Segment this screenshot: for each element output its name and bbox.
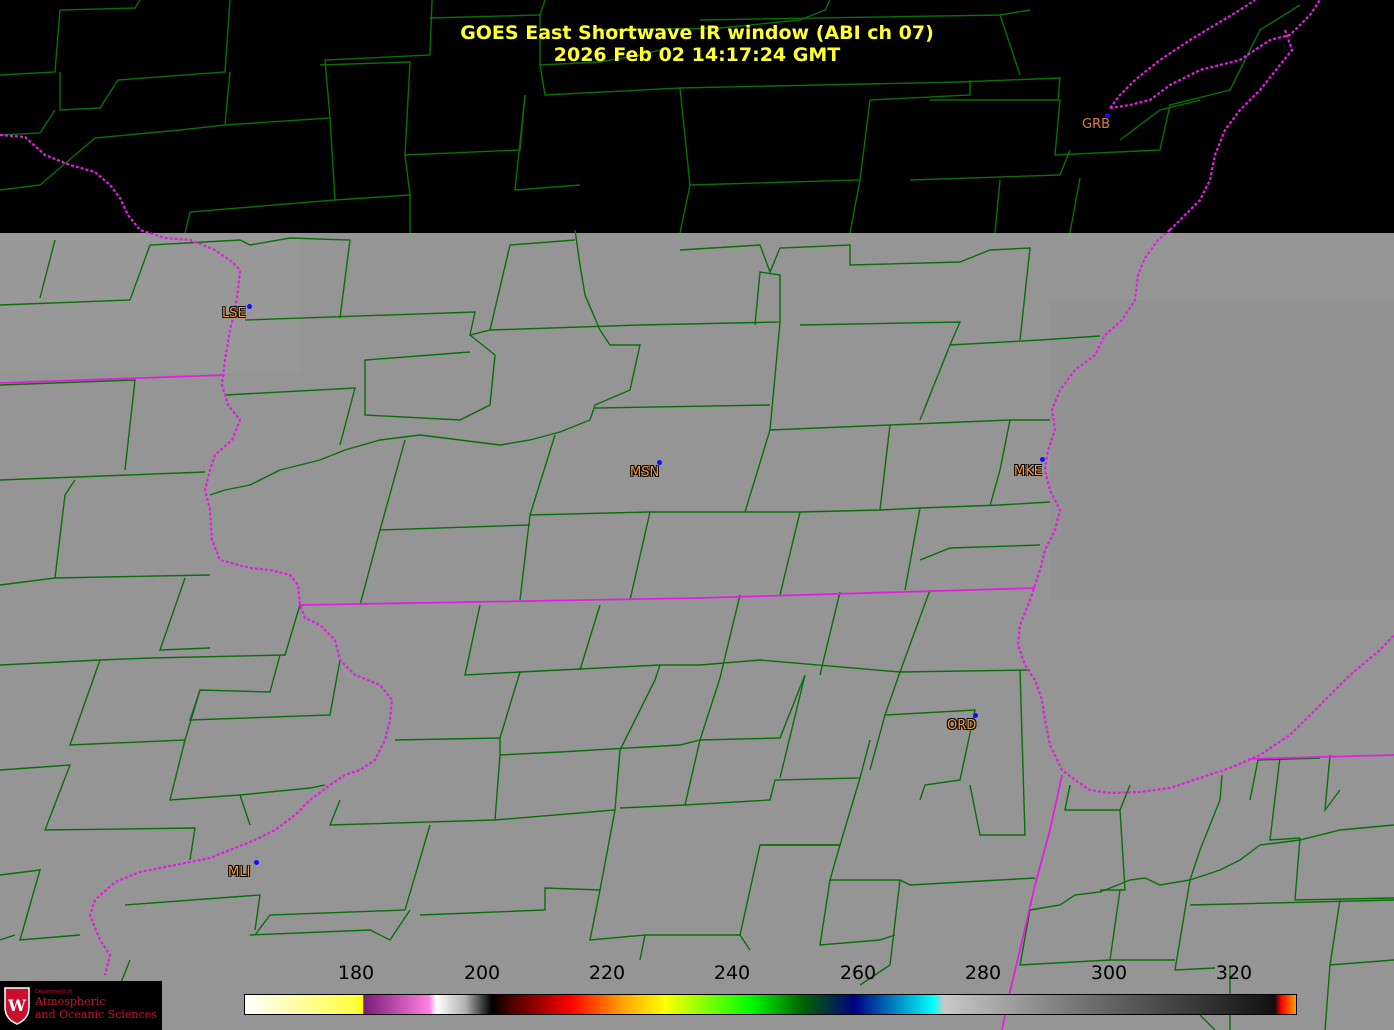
- station-label-lse: LSE: [222, 306, 246, 321]
- aos-logo: W Department of Atmospheric and Oceanic …: [0, 981, 162, 1030]
- image-timestamp: 2026 Feb 02 14:17:24 GMT: [553, 44, 841, 66]
- colorbar-tick: 320: [1215, 962, 1253, 984]
- uw-crest-icon: W: [4, 987, 30, 1025]
- colorbar-tick: 200: [463, 962, 501, 984]
- colorbar-tick: 300: [1090, 962, 1128, 984]
- satellite-image-viewer: GOES East Shortwave IR window (ABI ch 07…: [0, 0, 1394, 1030]
- station-marker-lse: [247, 304, 252, 309]
- satellite-map: [0, 0, 1394, 1030]
- station-label-grb: GRB: [1082, 117, 1111, 132]
- temperature-colorbar: [244, 994, 1297, 1015]
- station-label-msn: MSN: [630, 465, 660, 480]
- image-title: GOES East Shortwave IR window (ABI ch 07…: [460, 22, 934, 44]
- imagery-texture: [1050, 300, 1394, 600]
- station-label-ord: ORD: [947, 718, 977, 733]
- station-marker-mke: [1040, 457, 1045, 462]
- colorbar-tick: 280: [964, 962, 1002, 984]
- logo-line-1: Atmospheric: [35, 995, 106, 1008]
- colorbar-tick: 180: [337, 962, 375, 984]
- colorbar-tick: 260: [839, 962, 877, 984]
- colorbar-tick: 220: [588, 962, 626, 984]
- colorbar-tick: 240: [713, 962, 751, 984]
- station-marker-mli: [254, 860, 259, 865]
- station-label-mli: MLI: [228, 865, 251, 880]
- logo-line-2: and Oceanic Sciences: [35, 1008, 157, 1021]
- crest-letter: W: [7, 996, 27, 1015]
- station-label-mke: MKE: [1014, 464, 1042, 479]
